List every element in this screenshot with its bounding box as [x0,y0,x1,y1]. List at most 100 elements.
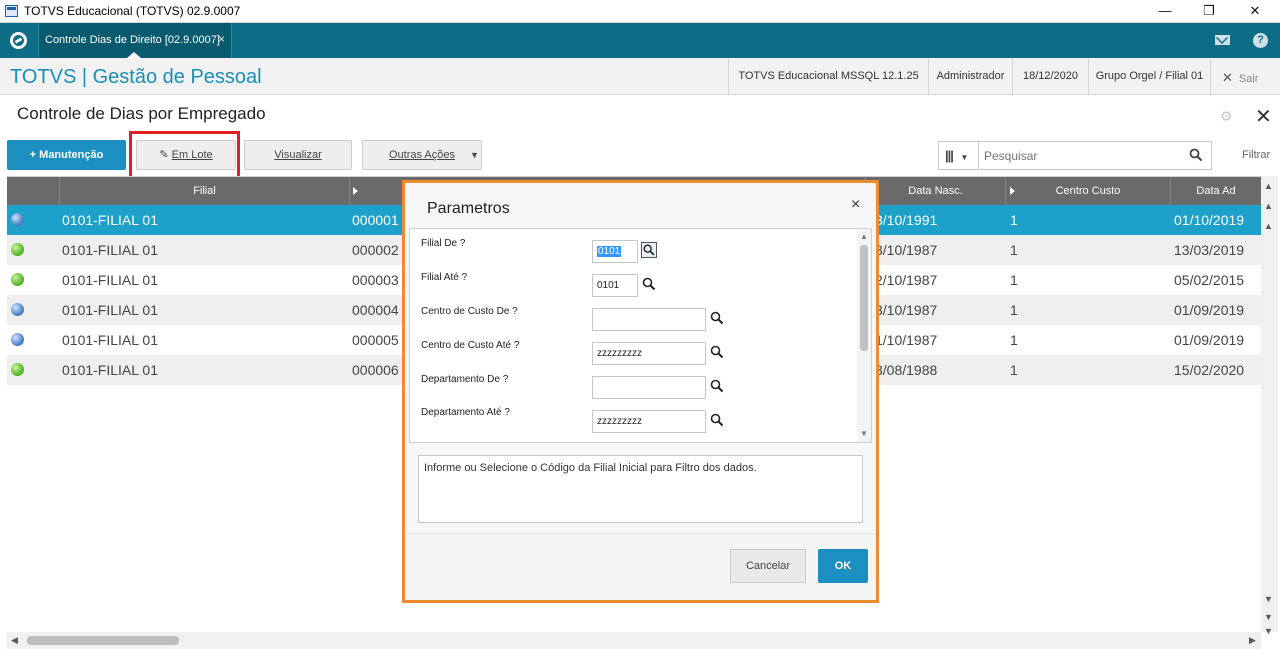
cell-data-adm: 05/02/2015 [1174,272,1245,288]
parameters-scrollbar[interactable]: ▲ ▼ [857,229,871,442]
data-nasc-column-header[interactable]: Data Nasc. [865,177,1005,205]
scroll-down-icon[interactable]: ▼ [1264,594,1273,604]
cell-filial: 0101-FILIAL 01 [62,362,158,378]
cell-data-adm: 01/10/2019 [1174,212,1245,228]
highlight-box [129,131,240,179]
parametros-dialog: Parametros × Filial De ? 0101 Filial Até… [402,180,879,603]
filtrar-link[interactable]: Filtrar [1242,149,1270,161]
environment-info: TOTVS Educacional MSSQL 12.1.25 [728,58,928,95]
scroll-down-icon[interactable]: ▼ [1264,612,1273,622]
status-indicator-icon [11,303,24,316]
horizontal-scroll-thumb[interactable] [27,636,179,645]
search-icon[interactable] [1189,148,1203,162]
columns-selector[interactable]: ||| ▼ [939,142,979,169]
filial-de-field[interactable]: 0101 [592,240,638,263]
cell-data-nasc: 1/10/1987 [875,332,938,348]
group-info: Grupo Orgel / Filial 01 [1088,58,1210,95]
scroll-up-icon[interactable]: ▲ [1264,221,1273,231]
date-info: 18/12/2020 [1012,58,1088,95]
departamento-de-field[interactable] [592,376,706,399]
data-adm-column-header[interactable]: Data Ad [1170,177,1261,205]
centro-custo-column-header[interactable]: Centro Custo [1005,177,1170,205]
maximize-button[interactable]: ❐ [1194,2,1224,20]
status-indicator-icon [11,333,24,346]
exit-button[interactable]: ✕ Sair [1222,70,1258,86]
lookup-icon[interactable] [709,378,725,394]
cell-data-adm: 01/09/2019 [1174,332,1245,348]
cell-filial: 0101-FILIAL 01 [62,302,158,318]
cancel-button[interactable]: Cancelar [730,549,806,583]
tab-close-icon[interactable]: × [218,32,225,46]
status-indicator-icon [11,213,24,226]
dialog-close-icon[interactable]: × [851,196,860,214]
brand-title: TOTVS | Gestão de Pessoal [10,66,262,88]
cell-filial: 0101-FILIAL 01 [62,272,158,288]
cell-centro-custo: 1 [1010,332,1018,348]
scroll-bottom-icon[interactable]: ▼ [1264,626,1273,636]
cell-centro-custo: 1 [1010,272,1018,288]
scroll-top-icon[interactable]: ▲ [1264,181,1273,191]
cell-data-nasc: 2/10/1987 [875,272,938,288]
lookup-icon[interactable] [709,310,725,326]
status-column-header[interactable] [7,177,59,205]
help-icon[interactable]: ? [1253,33,1268,48]
outras-acoes-label: Outras Ações [388,149,456,161]
close-page-icon[interactable]: ✕ [1255,104,1272,129]
lookup-icon[interactable] [641,276,657,292]
lookup-icon[interactable] [709,412,725,428]
scroll-down-icon[interactable]: ▼ [860,429,868,438]
dropdown-arrow-icon: ▼ [470,150,479,160]
window-title-bar: TOTVS Educacional (TOTVS) 02.9.0007 — ❐ … [0,0,1280,23]
scroll-up-icon[interactable]: ▲ [860,232,868,241]
param-label: Centro de Custo Até ? [421,340,520,351]
grid-vertical-scrollbar[interactable]: ▲ ▲ ▲ ▼ ▼ ▼ [1261,176,1278,636]
parameters-scroll-thumb[interactable] [860,245,868,351]
param-label: Departamento De ? [421,374,509,385]
window-title: TOTVS Educacional (TOTVS) 02.9.0007 [24,4,241,18]
gear-icon[interactable]: ⚙ [1220,108,1233,125]
columns-icon: ||| [945,148,954,163]
dialog-title: Parametros [427,200,510,217]
cell-data-adm: 15/02/2020 [1174,362,1245,378]
search-box: ||| ▼ [938,141,1212,170]
outras-acoes-button[interactable]: Outras Ações ▼ [362,140,482,170]
app-header: TOTVS | Gestão de Pessoal TOTVS Educacio… [0,58,1280,95]
visualizar-button[interactable]: Visualizar [244,140,352,170]
lookup-icon[interactable] [641,242,657,258]
departamento-ate-field[interactable]: zzzzzzzzz [592,410,706,433]
totvs-logo-icon[interactable] [10,32,27,49]
scroll-left-icon[interactable]: ◀ [11,635,18,646]
columns-dropdown-icon: ▼ [960,153,969,162]
status-indicator-icon [11,363,24,376]
status-indicator-icon [11,273,24,286]
param-label: Centro de Custo De ? [421,306,518,317]
filial-column-header[interactable]: Filial [59,177,349,205]
tab-controle-dias[interactable]: Controle Dias de Direito [02.9.0007] × [38,23,232,58]
scroll-up-icon[interactable]: ▲ [1264,201,1273,211]
centro-custo-de-field[interactable] [592,308,706,331]
parameters-panel: Filial De ? 0101 Filial Até ? 0101 Centr… [409,228,872,443]
cell-data-adm: 13/03/2019 [1174,242,1245,258]
scroll-right-icon[interactable]: ▶ [1249,635,1256,646]
cell-matricula: 000002 [352,242,399,258]
close-window-button[interactable]: ✕ [1240,2,1270,20]
exit-label: Sair [1238,73,1259,85]
param-label: Departamento Até ? [421,407,510,418]
grid-horizontal-scrollbar[interactable]: ◀ ▶ [7,632,1261,649]
manutencao-button[interactable]: + Manutenção [7,140,126,170]
search-input[interactable] [984,147,1174,164]
filial-de-value: 0101 [597,246,622,257]
lookup-icon[interactable] [709,344,725,360]
cell-centro-custo: 1 [1010,302,1018,318]
app-tab-bar: Controle Dias de Direito [02.9.0007] × ? [0,23,1280,58]
ok-button[interactable]: OK [818,549,868,583]
cell-data-nasc: 3/10/1987 [875,242,938,258]
mail-icon[interactable] [1215,35,1230,45]
dialog-footer: Cancelar OK [405,533,876,600]
centro-custo-ate-field[interactable]: zzzzzzzzz [592,342,706,365]
cell-filial: 0101-FILIAL 01 [62,212,158,228]
cell-matricula: 000005 [352,332,399,348]
cell-data-nasc: 3/08/1988 [875,362,938,378]
filial-ate-field[interactable]: 0101 [592,274,638,297]
minimize-button[interactable]: — [1150,2,1180,20]
